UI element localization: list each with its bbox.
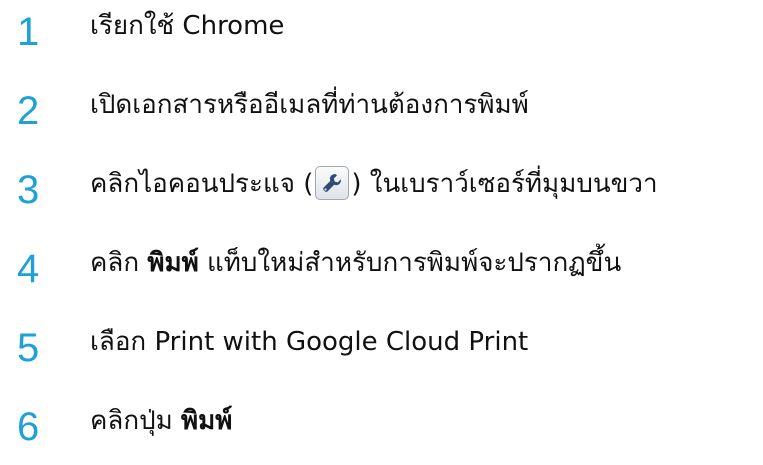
instruction-steps: 1 เรียกใช้ Chrome 2 เปิดเอกสารหรืออีเมลท… [0, 0, 763, 465]
step-2: 2 เปิดเอกสารหรืออีเมลที่ท่านต้องการพิมพ์ [0, 79, 763, 135]
step-text-before-icon: คลิกไอคอนประแจ ( [90, 169, 314, 199]
step-text: เรียกใช้ Chrome [90, 11, 285, 41]
step-text-before-bold: คลิกปุ่ม [90, 406, 181, 436]
step-number: 5 [17, 326, 40, 370]
step-text: เลือก Print with Google Cloud Print [90, 324, 528, 360]
step-text-after-bold: แท็บใหม่สำหรับการพิมพ์จะปรากฏขึ้น [198, 248, 622, 278]
print-button-label: พิมพ์ [180, 406, 233, 436]
step-number: 1 [17, 10, 40, 54]
step-text-before-emphasis: เลือก [90, 327, 155, 357]
step-4: 4 คลิก พิมพ์ แท็บใหม่สำหรับการพิมพ์จะปรา… [0, 237, 763, 293]
step-number: 4 [17, 247, 40, 291]
step-text: เปิดเอกสารหรืออีเมลที่ท่านต้องการพิมพ์ [90, 90, 529, 120]
step-text: คลิก พิมพ์ แท็บใหม่สำหรับการพิมพ์จะปรากฏ… [90, 245, 621, 281]
print-option-label: Print with Google Cloud Print [154, 327, 529, 357]
step-text: คลิกไอคอนประแจ ( ) ในเบราว์เซอร์ที่มุมบน… [90, 166, 658, 202]
step-text-before-bold: คลิก [90, 248, 148, 278]
step-5: 5 เลือก Print with Google Cloud Print [0, 316, 763, 372]
print-command-label: พิมพ์ [147, 248, 199, 278]
step-number: 2 [17, 89, 40, 133]
step-text: คลิกปุ่ม พิมพ์ [90, 403, 232, 439]
step-number: 3 [17, 168, 40, 212]
wrench-icon [315, 166, 350, 200]
step-3: 3 คลิกไอคอนประแจ ( ) ในเบราว์เซอร์ที่มุม… [0, 158, 763, 214]
step-6: 6 คลิกปุ่ม พิมพ์ [0, 395, 763, 451]
step-number: 6 [17, 405, 40, 449]
step-1: 1 เรียกใช้ Chrome [0, 0, 763, 56]
step-text-after-icon: ) ในเบราว์เซอร์ที่มุมบนขวา [351, 169, 658, 199]
